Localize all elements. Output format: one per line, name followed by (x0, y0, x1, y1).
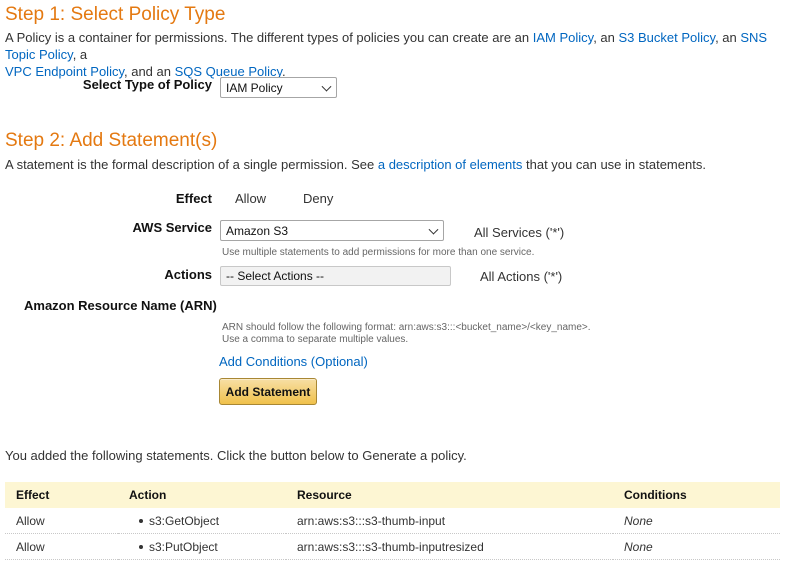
row-effect: Allow (5, 533, 118, 560)
arn-label: Amazon Resource Name (ARN) (24, 298, 217, 313)
row-resource: arn:aws:s3:::s3-thumb-input (286, 508, 613, 534)
arn-comma-hint: Use a comma to separate multiple values. (222, 334, 409, 345)
policy-type-select[interactable]: IAM Policy (220, 77, 337, 98)
actions-label: Actions (164, 267, 212, 282)
table-header-row: Effect Action Resource Conditions (5, 482, 780, 508)
column-effect: Effect (5, 482, 118, 508)
step1-description: A Policy is a container for permissions.… (5, 30, 768, 79)
step2-title: Step 2: Add Statement(s) (5, 130, 218, 151)
description-of-elements-link[interactable]: a description of elements (378, 157, 523, 172)
service-hint: Use multiple statements to add permissio… (222, 247, 535, 258)
s3-bucket-policy-link[interactable]: S3 Bucket Policy (618, 30, 715, 45)
add-conditions-link[interactable]: Add Conditions (Optional) (219, 354, 368, 369)
aws-service-value: Amazon S3 (226, 223, 289, 238)
step2-description: A statement is the formal description of… (5, 157, 706, 172)
effect-allow-option[interactable]: Allow (235, 191, 266, 206)
select-policy-type-label: Select Type of Policy (82, 77, 212, 92)
effect-label: Effect (175, 191, 212, 206)
table-row: Allow s3:GetObject arn:aws:s3:::s3-thumb… (5, 508, 780, 534)
aws-service-select[interactable]: Amazon S3 (220, 220, 444, 241)
row-action: s3:GetObject (118, 508, 286, 534)
row-effect: Allow (5, 508, 118, 534)
column-resource: Resource (286, 482, 613, 508)
row-conditions: None (613, 533, 780, 560)
column-conditions: Conditions (613, 482, 780, 508)
statements-table: Effect Action Resource Conditions Allow … (5, 482, 780, 560)
arn-format-hint: ARN should follow the following format: … (222, 322, 591, 333)
bullet-icon (139, 545, 143, 550)
all-actions-option[interactable]: All Actions ('*') (480, 269, 562, 284)
bullet-icon (139, 519, 143, 524)
all-services-option[interactable]: All Services ('*') (474, 225, 564, 240)
column-action: Action (118, 482, 286, 508)
chevron-down-icon (321, 81, 332, 92)
aws-service-label: AWS Service (132, 220, 213, 235)
actions-value: -- Select Actions -- (226, 269, 325, 283)
add-statement-button[interactable]: Add Statement (219, 378, 317, 405)
row-action: s3:PutObject (118, 533, 286, 560)
row-resource: arn:aws:s3:::s3-thumb-inputresized (286, 533, 613, 560)
added-statements-message: You added the following statements. Clic… (5, 448, 467, 463)
table-row: Allow s3:PutObject arn:aws:s3:::s3-thumb… (5, 533, 780, 560)
actions-select[interactable]: -- Select Actions -- (220, 266, 451, 286)
step1-title: Step 1: Select Policy Type (5, 4, 226, 25)
effect-deny-option[interactable]: Deny (303, 191, 333, 206)
iam-policy-link[interactable]: IAM Policy (533, 30, 593, 45)
chevron-down-icon (428, 224, 439, 235)
policy-type-value: IAM Policy (226, 80, 283, 95)
row-conditions: None (613, 508, 780, 534)
